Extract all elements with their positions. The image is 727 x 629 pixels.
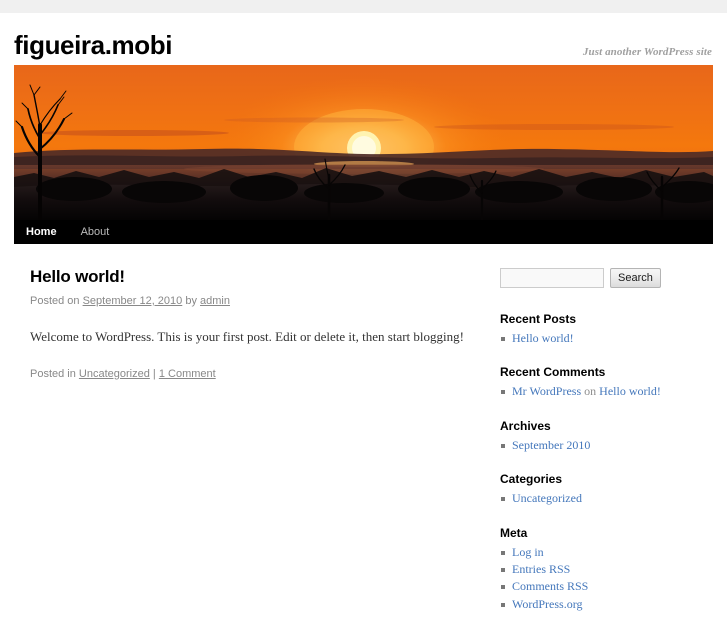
- post-meta: Posted on September 12, 2010 by admin: [30, 294, 484, 309]
- recent-post-link[interactable]: Hello world!: [512, 331, 574, 345]
- post-utility: Posted in Uncategorized | 1 Comment: [30, 367, 484, 382]
- widget-archives: Archives September 2010: [500, 417, 713, 454]
- main-region: Hello world! Posted on September 12, 201…: [14, 244, 713, 629]
- list-item[interactable]: WordPress.org: [500, 596, 713, 613]
- post-category-link[interactable]: Uncategorized: [79, 368, 150, 380]
- widget-recent-comments: Recent Comments Mr WordPress on Hello wo…: [500, 363, 713, 400]
- search-button[interactable]: Search: [610, 268, 661, 288]
- comment-post-link[interactable]: Hello world!: [599, 384, 661, 398]
- site-header: figueira.mobi Just another WordPress sit…: [14, 13, 713, 220]
- sunset-header-illustration: [14, 65, 713, 220]
- widget-list-meta: Log in Entries RSS Comments RSS WordPres…: [500, 544, 713, 614]
- search-input[interactable]: [500, 268, 604, 288]
- list-item[interactable]: Uncategorized: [500, 490, 713, 507]
- nav-item-home[interactable]: Home: [14, 220, 69, 244]
- widget-list-recent-posts: Hello world!: [500, 330, 713, 347]
- site-branding: figueira.mobi Just another WordPress sit…: [14, 13, 713, 65]
- post-date-link[interactable]: September 12, 2010: [83, 295, 183, 307]
- nav-menu: Home About: [14, 220, 713, 244]
- comment-on-label: on: [581, 384, 600, 399]
- header-image: [14, 65, 713, 220]
- meta-link-entries-rss[interactable]: Entries RSS: [512, 562, 570, 576]
- widget-title-categories: Categories: [500, 472, 563, 487]
- post-utility-separator: |: [149, 367, 159, 380]
- post-title[interactable]: Hello world!: [30, 267, 484, 287]
- sidebar-column: Search Recent Posts Hello world! Recent …: [500, 268, 713, 629]
- browser-chrome-strip: [0, 0, 727, 13]
- archive-link[interactable]: September 2010: [512, 438, 590, 452]
- widget-list-archives: September 2010: [500, 437, 713, 454]
- list-item[interactable]: Log in: [500, 544, 713, 561]
- widget-meta: Meta Log in Entries RSS Comments RSS Wor…: [500, 524, 713, 614]
- content-column: Hello world! Posted on September 12, 201…: [14, 267, 484, 382]
- widget-recent-posts: Recent Posts Hello world!: [500, 310, 713, 347]
- primary-navigation: Home About: [14, 220, 713, 244]
- page-wrapper: figueira.mobi Just another WordPress sit…: [0, 13, 727, 629]
- site-title[interactable]: figueira.mobi: [14, 32, 172, 58]
- post-article: Hello world! Posted on September 12, 201…: [30, 267, 484, 382]
- meta-link-comments-rss[interactable]: Comments RSS: [512, 579, 588, 593]
- post-content: Welcome to WordPress. This is your first…: [30, 327, 484, 348]
- search-widget: Search: [500, 268, 713, 288]
- list-item[interactable]: September 2010: [500, 437, 713, 454]
- widget-list-recent-comments: Mr WordPress on Hello world!: [500, 383, 713, 400]
- widget-title-archives: Archives: [500, 418, 551, 433]
- nav-link-about[interactable]: About: [69, 220, 122, 244]
- category-link[interactable]: Uncategorized: [512, 491, 582, 505]
- meta-link-wordpress-org[interactable]: WordPress.org: [512, 597, 582, 611]
- nav-link-home[interactable]: Home: [14, 220, 69, 244]
- widget-title-recent-posts: Recent Posts: [500, 312, 577, 326]
- post-meta-by-label: by: [182, 294, 201, 307]
- widget-list-categories: Uncategorized: [500, 490, 713, 507]
- post-body-paragraph: Welcome to WordPress. This is your first…: [30, 329, 464, 345]
- post-utility-posted-in-label: Posted in: [30, 367, 79, 380]
- list-item[interactable]: Entries RSS: [500, 561, 713, 578]
- list-item[interactable]: Mr WordPress on Hello world!: [500, 383, 713, 400]
- site-description: Just another WordPress site: [582, 46, 712, 58]
- list-item[interactable]: Hello world!: [500, 330, 713, 347]
- meta-link-login[interactable]: Log in: [512, 545, 544, 559]
- post-author-link[interactable]: admin: [200, 295, 230, 307]
- post-comments-link[interactable]: 1 Comment: [159, 368, 216, 380]
- nav-item-about[interactable]: About: [69, 220, 122, 244]
- widget-title-meta: Meta: [500, 525, 528, 540]
- post-meta-posted-on-label: Posted on: [30, 294, 83, 307]
- comment-author-link[interactable]: Mr WordPress: [512, 384, 581, 398]
- widget-title-recent-comments: Recent Comments: [500, 365, 606, 380]
- list-item[interactable]: Comments RSS: [500, 578, 713, 595]
- widget-categories: Categories Uncategorized: [500, 470, 713, 507]
